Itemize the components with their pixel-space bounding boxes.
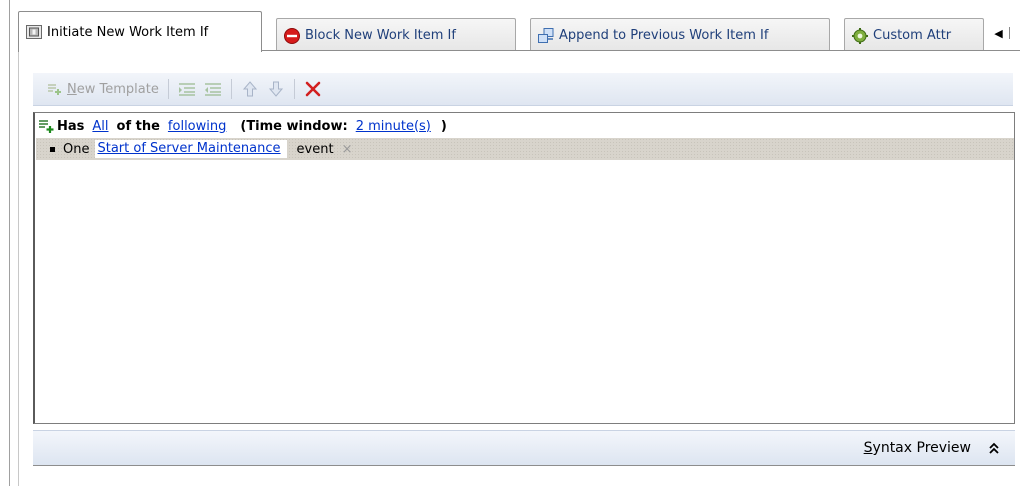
outdent-button[interactable] <box>202 78 224 100</box>
of-the-keyword: of the <box>116 118 160 134</box>
new-template-icon <box>43 78 65 100</box>
condition-count: One <box>63 141 90 157</box>
rule-toolbar: New Template <box>33 73 1013 106</box>
tab-label: Append to Previous Work Item If <box>559 28 769 43</box>
work-item-icon <box>25 23 43 41</box>
tab-label: Initiate New Work Item If <box>47 24 209 40</box>
condition-row[interactable]: One Start of Server Maintenance event × <box>36 138 1014 160</box>
tab-scroll-divider <box>1008 27 1010 39</box>
tab-strip: Initiate New Work Item If Block New Work… <box>18 9 1020 52</box>
indent-icon <box>178 83 195 96</box>
time-window-label: (Time window: <box>240 118 348 134</box>
toolbar-separator <box>293 79 295 99</box>
tab-label: Block New Work Item If <box>305 28 456 43</box>
tab-custom-attributes[interactable]: Custom Attr <box>844 18 984 52</box>
new-template-label: New Template <box>67 81 159 97</box>
tab-append-previous-work-item[interactable]: Append to Previous Work Item If <box>530 18 830 52</box>
syntax-preview-bar: Syntax Preview <box>33 430 1015 466</box>
tab-label: Custom Attr <box>873 28 952 43</box>
toolbar-separator <box>230 79 232 99</box>
indent-button[interactable] <box>176 78 198 100</box>
append-icon <box>537 27 555 45</box>
window-frame-left <box>9 0 10 486</box>
outdent-icon <box>204 83 221 96</box>
remove-condition-icon[interactable]: × <box>342 142 353 157</box>
toolbar-separator <box>167 79 169 99</box>
following-link[interactable]: following <box>168 119 226 134</box>
move-down-button[interactable] <box>265 78 287 100</box>
delete-button[interactable] <box>302 78 324 100</box>
time-window-link[interactable]: 2 minute(s) <box>356 119 431 134</box>
double-chevron-up-icon[interactable] <box>985 439 1003 457</box>
tab-initiate-new-work-item[interactable]: Initiate New Work Item If <box>18 11 262 52</box>
tab-scroll-left-button[interactable]: ◀ <box>990 24 1014 42</box>
move-up-button[interactable] <box>239 78 261 100</box>
syntax-preview-label[interactable]: Syntax Preview <box>864 440 971 456</box>
event-suffix: event <box>296 141 334 157</box>
close-paren: ) <box>440 118 447 134</box>
rule-editor[interactable]: Has All of the following (Time window: 2… <box>33 112 1015 424</box>
tab-block-new-work-item[interactable]: Block New Work Item If <box>276 18 516 52</box>
new-template-button[interactable]: New Template <box>39 77 163 101</box>
bullet-icon <box>50 146 55 152</box>
gear-icon <box>851 27 869 45</box>
quantifier-link[interactable]: All <box>92 119 108 134</box>
caret-left-icon: ◀ <box>994 26 1003 40</box>
add-condition-icon[interactable] <box>37 115 55 137</box>
delete-x-icon <box>305 81 321 97</box>
arrow-down-icon <box>268 81 283 97</box>
has-keyword: Has <box>57 118 85 134</box>
event-name-link[interactable]: Start of Server Maintenance <box>95 140 287 158</box>
rule-panel: New Template Has All of the following (T… <box>18 50 1020 486</box>
arrow-up-icon <box>242 81 257 97</box>
block-icon <box>283 27 301 45</box>
rule-header: Has All of the following (Time window: 2… <box>37 117 455 135</box>
